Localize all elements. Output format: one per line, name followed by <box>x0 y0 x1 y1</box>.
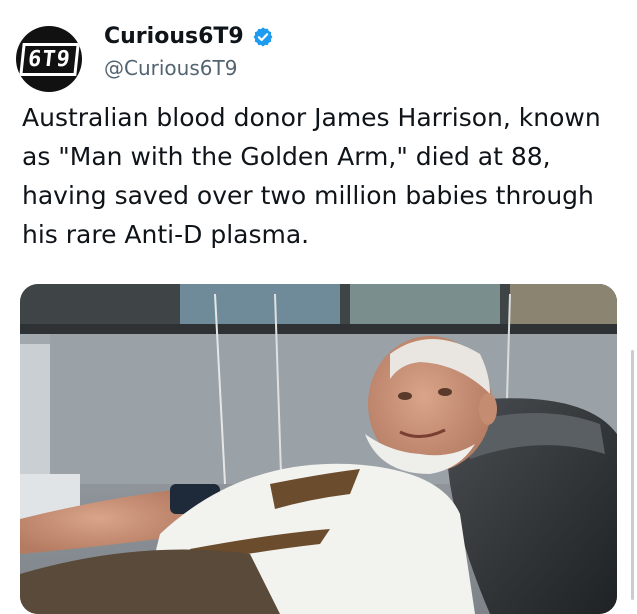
scrollbar[interactable] <box>631 350 634 600</box>
tweet-text: Australian blood donor James Harrison, k… <box>22 103 601 249</box>
tweet-photo[interactable] <box>20 284 617 614</box>
photo-illustration <box>20 284 617 614</box>
author-handle[interactable]: @Curious6T9 <box>104 56 237 80</box>
verified-badge-icon <box>253 26 273 46</box>
display-name[interactable]: Curious6T9 <box>104 24 244 49</box>
avatar-logo-text: 6T9 <box>18 42 80 76</box>
author-name-row: Curious6T9 <box>104 24 274 49</box>
avatar[interactable]: 6T9 <box>16 26 82 92</box>
